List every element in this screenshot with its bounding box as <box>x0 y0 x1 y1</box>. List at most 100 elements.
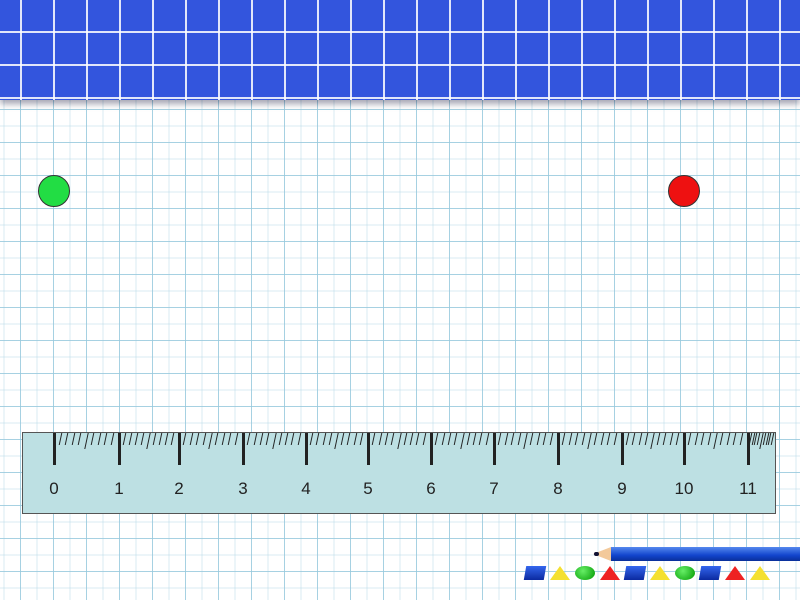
ruler-minor-tick <box>625 433 630 445</box>
ruler-minor-tick <box>530 433 534 445</box>
ruler-minor-tick <box>403 433 408 445</box>
ruler-major-tick <box>242 433 245 465</box>
ruler-minor-tick <box>663 433 667 445</box>
ruler-minor-tick <box>700 433 705 445</box>
ruler-minor-tick <box>720 433 724 445</box>
ruler-minor-tick <box>372 433 376 445</box>
ruler-minor-tick <box>459 433 465 449</box>
ruler-major-tick <box>493 433 496 465</box>
ruler-minor-tick <box>523 433 528 449</box>
ruler-minor-tick <box>353 433 357 445</box>
ruler-minor-tick <box>594 433 598 445</box>
ruler-label: 11 <box>739 479 757 498</box>
ruler-major-tick <box>557 433 560 465</box>
ruler-minor-tick <box>83 433 89 449</box>
ruler-minor-tick <box>416 433 420 445</box>
ruler-minor-tick <box>656 433 661 445</box>
ruler-minor-tick <box>316 433 320 445</box>
ruler-minor-tick <box>164 433 169 445</box>
yellow-triangle-icon <box>750 566 770 580</box>
ruler-minor-tick <box>390 433 395 445</box>
ruler-minor-tick <box>221 433 226 445</box>
ruler-minor-tick <box>435 433 439 445</box>
ruler-minor-tick <box>606 433 611 445</box>
blue-cube-icon <box>623 566 647 580</box>
ruler-label: 1 <box>114 479 124 498</box>
ruler-minor-tick <box>453 433 458 445</box>
ruler-minor-tick <box>265 433 270 445</box>
ruler-minor-tick <box>485 433 489 445</box>
ruler-minor-tick <box>328 433 333 445</box>
ruler-label: 5 <box>363 479 373 498</box>
ruler-label: 9 <box>617 479 627 498</box>
pencil-icon <box>593 547 800 561</box>
ruler-major-tick <box>53 433 56 465</box>
ruler-minor-tick <box>271 433 277 449</box>
ruler-minor-tick <box>64 433 69 445</box>
ruler-label: 4 <box>301 479 311 498</box>
green-point[interactable] <box>38 175 70 207</box>
red-point[interactable] <box>668 175 700 207</box>
ruler-minor-tick <box>227 433 232 445</box>
ruler-minor-tick <box>632 433 636 445</box>
ruler-minor-tick <box>152 433 157 445</box>
ruler-minor-tick <box>770 433 775 445</box>
ruler-minor-tick <box>259 433 264 445</box>
ruler-minor-tick <box>409 433 414 445</box>
header-grid-banner <box>0 0 800 100</box>
ruler-minor-tick <box>441 433 445 445</box>
ruler-minor-tick <box>359 433 364 445</box>
ruler-minor-tick <box>726 433 731 445</box>
ruler-minor-tick <box>688 433 692 445</box>
yellow-triangle-icon <box>550 566 570 580</box>
ruler-minor-tick <box>291 433 295 445</box>
ruler-minor-tick <box>110 433 114 445</box>
ruler-label: 2 <box>174 479 184 498</box>
ruler-minor-tick <box>158 433 163 445</box>
ruler-minor-tick <box>694 433 699 445</box>
ruler-minor-tick <box>90 433 95 445</box>
ruler-minor-tick <box>202 433 206 445</box>
green-ball-icon <box>675 566 695 580</box>
ruler-minor-tick <box>422 433 426 445</box>
ruler-minor-tick <box>549 433 553 445</box>
ruler-minor-tick <box>297 433 301 445</box>
ruler-minor-tick <box>510 433 515 445</box>
ruler-major-tick <box>430 433 433 465</box>
ruler-label: 7 <box>489 479 499 498</box>
ruler-minor-tick <box>479 433 483 445</box>
ruler[interactable]: 0 1 2 3 4 5 6 7 8 9 10 11 <box>22 432 776 514</box>
ruler-minor-tick <box>103 433 108 445</box>
ruler-minor-tick <box>208 433 213 449</box>
ruler-minor-tick <box>613 433 617 445</box>
ruler-major-tick <box>621 433 624 465</box>
ruler-minor-tick <box>253 433 257 445</box>
blue-cube-icon <box>698 566 722 580</box>
ruler-minor-tick <box>517 433 521 445</box>
ruler-minor-tick <box>472 433 477 445</box>
ruler-minor-tick <box>581 433 585 445</box>
ruler-label: 3 <box>238 479 248 498</box>
ruler-minor-tick <box>71 433 75 445</box>
ruler-minor-tick <box>195 433 200 445</box>
ruler-minor-tick <box>146 433 151 449</box>
ruler-minor-tick <box>707 433 711 445</box>
ruler-label: 0 <box>49 479 59 498</box>
ruler-major-tick <box>683 433 686 465</box>
ruler-minor-tick <box>638 433 642 445</box>
ruler-minor-tick <box>58 433 62 445</box>
ruler-minor-tick <box>334 433 339 449</box>
ruler-major-tick <box>305 433 308 465</box>
ruler-minor-tick <box>542 433 547 445</box>
ruler-minor-tick <box>713 433 718 449</box>
ruler-minor-tick <box>215 433 219 445</box>
ruler-minor-tick <box>183 433 187 445</box>
ruler-major-tick <box>367 433 370 465</box>
ruler-minor-tick <box>587 433 592 449</box>
ruler-minor-tick <box>322 433 326 445</box>
ruler-minor-tick <box>378 433 382 445</box>
ruler-label: 6 <box>426 479 436 498</box>
ruler-minor-tick <box>122 433 127 445</box>
ruler-label: 8 <box>553 479 563 498</box>
ruler-minor-tick <box>134 433 139 445</box>
